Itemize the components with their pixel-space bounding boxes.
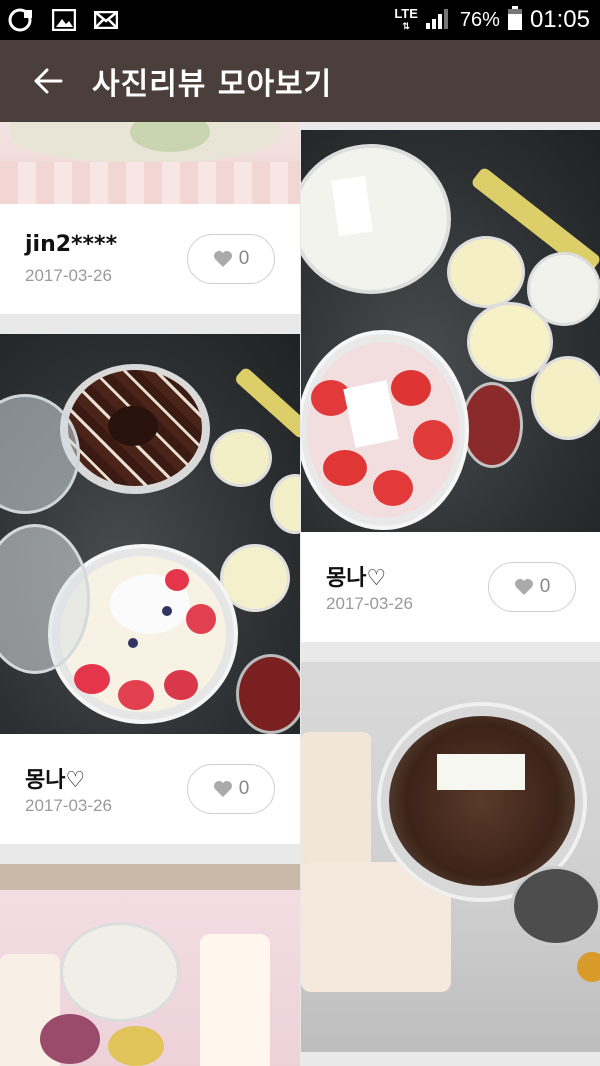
review-card-info: jin2**** 2017-03-26 0 <box>0 204 300 314</box>
battery-percent: 76% <box>459 8 500 31</box>
like-count: 0 <box>238 248 250 269</box>
review-photo[interactable] <box>0 122 300 204</box>
arrow-left-icon <box>34 68 63 94</box>
review-date: 2017-03-26 <box>25 266 112 285</box>
mail-icon <box>92 8 120 32</box>
review-date: 2017-03-26 <box>326 594 413 613</box>
photo-review-grid: jin2**** 2017-03-26 0 몽나♡ 2017-03-26 0 몽… <box>0 122 600 1066</box>
review-photo[interactable] <box>0 864 300 1066</box>
review-photo[interactable] <box>0 334 300 734</box>
page-title: 사진리뷰 모아보기 <box>92 67 333 102</box>
like-button[interactable]: 0 <box>187 764 275 814</box>
heart-icon <box>213 251 232 267</box>
review-photo[interactable] <box>301 130 600 532</box>
battery-icon <box>507 5 522 35</box>
back-button[interactable] <box>18 40 78 122</box>
heart-icon <box>514 579 533 595</box>
app-bar: 사진리뷰 모아보기 <box>0 40 600 122</box>
like-button[interactable]: 0 <box>187 234 275 284</box>
status-bar: LTE ⇅ 76% 01:05 <box>0 0 600 40</box>
left-column: jin2**** 2017-03-26 0 몽나♡ 2017-03-26 0 <box>0 122 300 1066</box>
review-card-info: 몽나♡ 2017-03-26 0 <box>301 532 600 642</box>
review-date: 2017-03-26 <box>25 796 112 815</box>
review-author: 몽나♡ <box>326 566 387 591</box>
network-indicator: LTE ⇅ <box>394 6 418 31</box>
review-photo[interactable] <box>301 662 600 1052</box>
uplus-icon <box>8 8 36 32</box>
like-count: 0 <box>539 576 551 597</box>
signal-icon <box>425 7 452 34</box>
clock: 01:05 <box>529 6 590 33</box>
right-column: 몽나♡ 2017-03-26 0 <box>301 122 600 1052</box>
review-card-info: 몽나♡ 2017-03-26 0 <box>0 734 300 844</box>
like-count: 0 <box>238 778 250 799</box>
review-author: 몽나♡ <box>25 768 86 793</box>
like-button[interactable]: 0 <box>488 562 576 612</box>
heart-icon <box>213 781 232 797</box>
gallery-icon <box>50 8 78 32</box>
review-author: jin2**** <box>25 232 118 257</box>
